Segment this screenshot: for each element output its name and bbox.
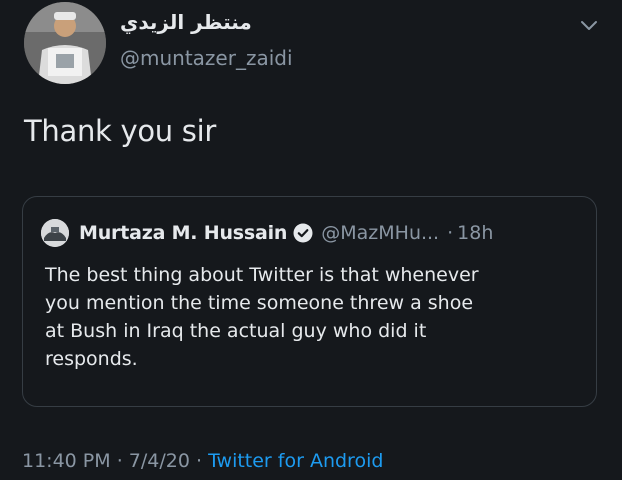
quoted-tweet-card[interactable]: Murtaza M. Hussain @MazMHu... · 18h The …	[22, 196, 597, 407]
footer-separator: ·	[189, 450, 209, 472]
tweet-footer: 11:40 PM · 7/4/20 · Twitter for Android	[22, 450, 383, 472]
quoted-tweet-line: you mention the time someone threw a sho…	[45, 292, 474, 314]
quoted-time-separator: ·	[447, 222, 454, 244]
quoted-tweet-header: Murtaza M. Hussain @MazMHu... · 18h	[41, 219, 493, 247]
quoted-author-name: Murtaza M. Hussain	[79, 222, 288, 244]
tweet-time[interactable]: 11:40 PM	[22, 450, 111, 472]
quoted-tweet-time: 18h	[457, 222, 494, 244]
quoted-author-avatar-image	[41, 219, 69, 247]
quoted-tweet-text: The best thing about Twitter is that whe…	[45, 261, 585, 373]
quoted-author-avatar	[41, 219, 69, 247]
verified-badge-icon	[293, 223, 313, 243]
chevron-down-icon	[581, 21, 597, 30]
tweet-date[interactable]: 7/4/20	[129, 450, 190, 472]
quoted-author-handle: @MazMHu...	[321, 222, 440, 244]
author-avatar-image	[24, 2, 106, 84]
tweet-text: Thank you sir	[24, 114, 216, 148]
footer-separator: ·	[110, 450, 129, 472]
quoted-tweet-line: responds.	[45, 348, 138, 370]
author-avatar[interactable]	[24, 2, 106, 84]
author-display-name[interactable]: منتظر الزيدي	[120, 10, 252, 34]
quoted-tweet-line: at Bush in Iraq the actual guy who did i…	[45, 320, 427, 342]
more-options-button[interactable]	[578, 14, 600, 36]
quoted-tweet-line: The best thing about Twitter is that whe…	[45, 264, 479, 286]
author-handle[interactable]: @muntazer_zaidi	[120, 46, 293, 70]
tweet-source-link[interactable]: Twitter for Android	[208, 450, 383, 472]
